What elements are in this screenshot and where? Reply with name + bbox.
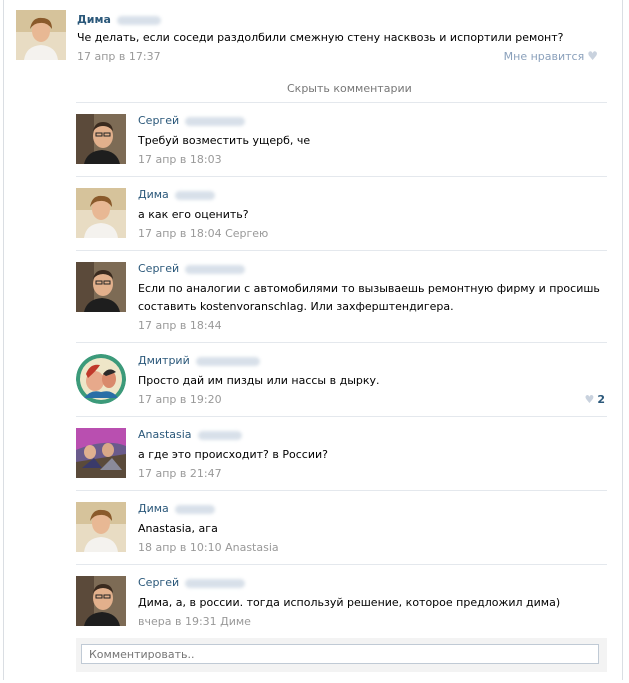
- avatar-dmitry[interactable]: [76, 354, 126, 404]
- comment-date[interactable]: 17 апр в 19:20: [138, 393, 222, 406]
- comment-text: Anastasia, ага: [138, 522, 218, 535]
- comment-author[interactable]: Сергей: [138, 114, 246, 127]
- comment-date[interactable]: 18 апр в 10:10 Anastasia: [138, 541, 279, 554]
- post-author[interactable]: Дима: [77, 13, 161, 26]
- divider: [76, 250, 607, 251]
- blurred-surname: [195, 356, 260, 366]
- like-count: 2: [597, 393, 605, 406]
- comment-date[interactable]: 17 апр в 18:03: [138, 153, 222, 166]
- avatar-anastasia[interactable]: [76, 428, 126, 478]
- avatar-dima[interactable]: [76, 188, 126, 238]
- avatar-sergey[interactable]: [76, 262, 126, 312]
- comment-date[interactable]: 17 апр в 21:47: [138, 467, 222, 480]
- blurred-surname: [174, 190, 215, 200]
- like-button[interactable]: Мне нравится ♥: [503, 49, 598, 64]
- avatar-sergey[interactable]: [76, 576, 126, 626]
- reply-box: [76, 638, 607, 672]
- like-label: Мне нравится: [503, 50, 585, 63]
- hide-comments-link[interactable]: Скрыть комментарии: [287, 82, 412, 95]
- post-text: Че делать, если соседи раздолбили смежну…: [77, 31, 564, 44]
- comment-date[interactable]: вчера в 19:31 Диме: [138, 615, 251, 628]
- comment-text: Дима, а, в россии. тогда используй решен…: [138, 596, 561, 609]
- divider: [76, 102, 607, 103]
- divider: [76, 564, 607, 565]
- blurred-surname: [116, 15, 161, 25]
- comment-text: а где это происходит? в России?: [138, 448, 328, 461]
- comment-author[interactable]: Anastasia: [138, 428, 242, 441]
- blurred-surname: [197, 430, 242, 440]
- comment-author[interactable]: Дима: [138, 502, 215, 515]
- avatar-dima[interactable]: [76, 502, 126, 552]
- comment-like-button[interactable]: ♥ 2: [584, 393, 605, 406]
- heart-icon: ♥: [587, 49, 598, 63]
- post-date[interactable]: 17 апр в 17:37: [77, 50, 161, 63]
- blurred-surname: [185, 264, 246, 274]
- divider: [76, 342, 607, 343]
- comment-input[interactable]: [81, 644, 599, 664]
- comment-text: а как его оценить?: [138, 208, 249, 221]
- comment-author[interactable]: Дмитрий: [138, 354, 260, 367]
- avatar-dima[interactable]: [16, 10, 66, 60]
- comment-date[interactable]: 17 апр в 18:44: [138, 319, 222, 332]
- heart-icon: ♥: [584, 393, 595, 406]
- comment-author[interactable]: Сергей: [138, 576, 246, 589]
- avatar-sergey[interactable]: [76, 114, 126, 164]
- divider: [76, 176, 607, 177]
- divider: [76, 490, 607, 491]
- blurred-surname: [185, 116, 246, 126]
- comment-author[interactable]: Дима: [138, 188, 215, 201]
- comment-text: Просто дай им пизды или нассы в дырку.: [138, 374, 380, 387]
- comment-text: Если по аналогии с автомобилями то вызыв…: [138, 282, 600, 313]
- comment-date[interactable]: 17 апр в 18:04 Сергею: [138, 227, 268, 240]
- comment-author[interactable]: Сергей: [138, 262, 246, 275]
- comment-text: Требуй возместить ущерб, че: [138, 134, 311, 147]
- blurred-surname: [185, 578, 246, 588]
- divider: [76, 416, 607, 417]
- blurred-surname: [174, 504, 215, 514]
